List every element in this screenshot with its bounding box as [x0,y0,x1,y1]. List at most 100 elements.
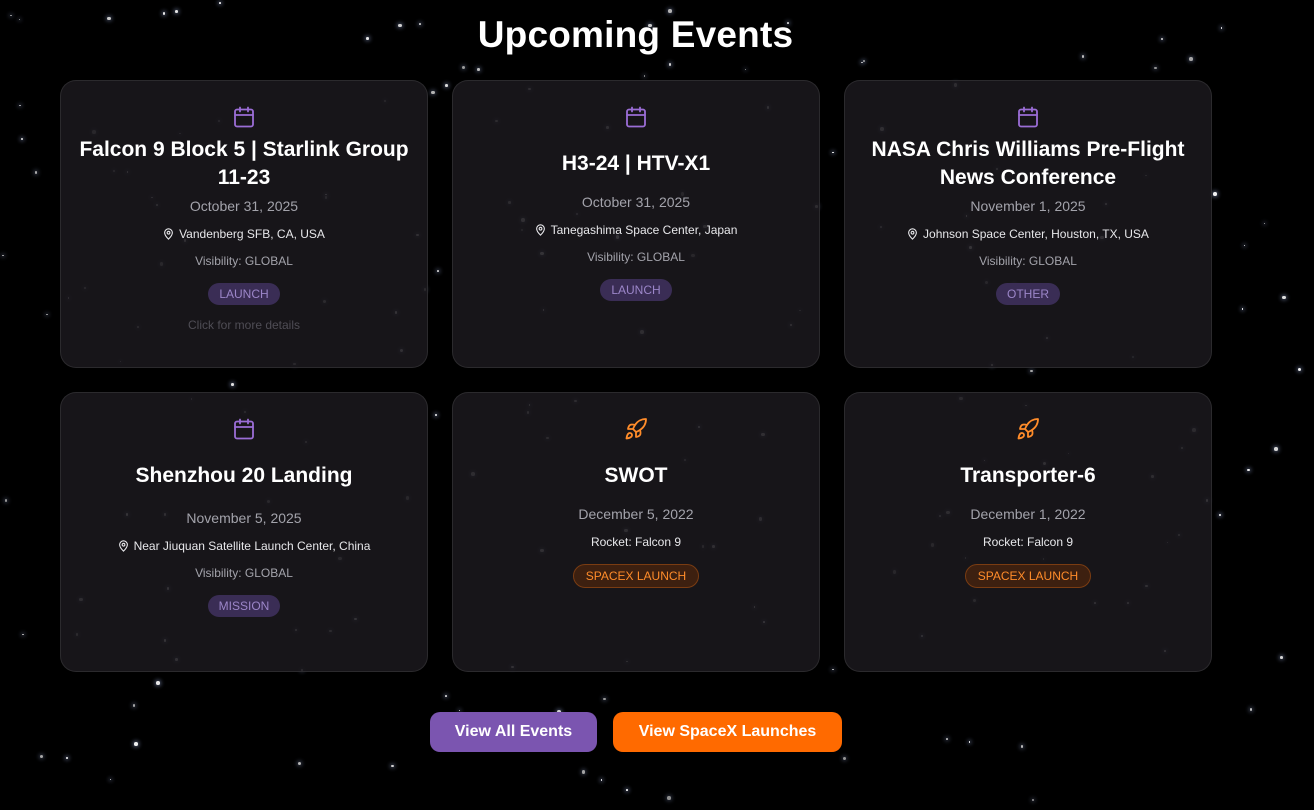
event-type-badge: LAUNCH [208,283,280,305]
event-title: NASA Chris Williams Pre-Flight News Conf… [871,138,1185,189]
star [1189,57,1193,61]
star [667,796,671,800]
star [1218,513,1222,517]
star [581,770,586,774]
page-title: Upcoming Events [477,14,794,55]
event-location-text: Vandenberg SFB, CA, USA [179,227,325,241]
star [1247,468,1250,472]
star [132,704,136,707]
event-card[interactable]: Falcon 9 Block 5 | Starlink Group 11-23 … [60,80,428,368]
star [668,9,672,13]
action-buttons: View All Events View SpaceX Launches [430,712,842,752]
star [1213,192,1217,196]
star [744,68,747,71]
star [461,65,466,70]
view-all-events-button[interactable]: View All Events [430,712,597,752]
star [863,59,865,62]
star [1282,295,1286,300]
star [1280,656,1283,659]
event-location-text: Tanegashima Space Center, Japan [550,223,738,237]
event-card[interactable]: NASA Chris Williams Pre-Flight News Conf… [844,80,1212,368]
star [391,764,394,768]
map-pin-icon [535,224,545,236]
star [458,709,461,712]
star [34,171,38,174]
star [1263,222,1266,225]
star [2,254,4,257]
star [1243,244,1246,247]
star [842,756,847,761]
star [603,697,606,701]
event-type-badge: SPACEX LAUNCH [964,564,1092,588]
spacex-launch-card[interactable]: SWOT December 5, 2022 Rocket: Falcon 9 S… [452,392,820,672]
star [19,104,21,107]
star [1031,798,1035,802]
star [1297,367,1302,372]
map-pin-icon [908,228,917,240]
star [1241,308,1244,310]
star [946,738,948,740]
star [4,499,8,502]
event-type-badge: OTHER [996,283,1060,305]
event-card[interactable]: Shenzhou 20 Landing November 5, 2025 Nea… [60,392,428,672]
star [600,779,603,782]
star [445,695,448,697]
event-date: October 31, 2025 [189,198,299,214]
star [1154,66,1157,70]
event-type-badge: LAUNCH [600,279,672,301]
event-date: October 31, 2025 [581,194,691,210]
event-date: November 1, 2025 [970,198,1086,214]
star [626,789,628,791]
event-location: Johnson Space Center, Houston, TX, USA [907,225,1149,243]
event-location: Near Jiuquan Satellite Launch Center, Ch… [118,537,371,555]
star [861,61,863,64]
event-visibility: Visibility: GLOBAL [979,254,1077,268]
star [1274,447,1278,451]
map-pin-icon [118,540,128,552]
event-type-badge: SPACEX LAUNCH [572,564,700,588]
star [65,756,69,760]
calendar-icon [1018,106,1038,128]
more-details-hint: Click for more details [187,318,301,332]
event-location-text: Near Jiuquan Satellite Launch Center, Ch… [133,539,371,553]
event-type-badge: MISSION [207,595,281,617]
star [968,741,971,743]
event-title: Transporter-6 [960,464,1096,487]
event-title: Shenzhou 20 Landing [135,464,353,487]
star [1020,745,1024,748]
event-visibility: Visibility: GLOBAL [195,254,293,268]
calendar-icon [234,418,254,440]
spacex-launch-card[interactable]: Transporter-6 December 1, 2022 Rocket: F… [844,392,1212,672]
event-rocket: Rocket: Falcon 9 [982,535,1074,549]
event-date: December 1, 2022 [970,506,1086,522]
star [643,75,646,77]
event-title: SWOT [604,464,668,487]
star [1249,708,1253,711]
event-title: Falcon 9 Block 5 | Starlink Group 11-23 [79,138,409,189]
event-rocket: Rocket: Falcon 9 [590,535,682,549]
rocket-icon [1017,418,1039,440]
event-visibility: Visibility: GLOBAL [587,250,685,264]
event-visibility: Visibility: GLOBAL [195,566,293,580]
star [297,761,302,766]
event-date: November 5, 2025 [186,510,302,526]
star [109,778,112,781]
star [134,742,138,746]
event-grid: Falcon 9 Block 5 | Starlink Group 11-23 … [60,80,1212,672]
star [175,10,178,13]
event-card[interactable]: H3-24 | HTV-X1 October 31, 2025 Tanegash… [452,80,820,368]
view-spacex-launches-button[interactable]: View SpaceX Launches [613,712,842,752]
calendar-icon [234,106,254,128]
star [156,681,160,685]
star [477,68,480,71]
star [668,63,672,66]
event-location-text: Johnson Space Center, Houston, TX, USA [923,227,1149,241]
rocket-icon [625,418,647,440]
star [39,754,44,759]
calendar-icon [626,106,646,128]
event-location: Vandenberg SFB, CA, USA [163,225,325,243]
star [46,313,48,316]
map-pin-icon [164,228,173,240]
event-location: Tanegashima Space Center, Japan [535,221,738,239]
event-title: H3-24 | HTV-X1 [561,152,711,175]
